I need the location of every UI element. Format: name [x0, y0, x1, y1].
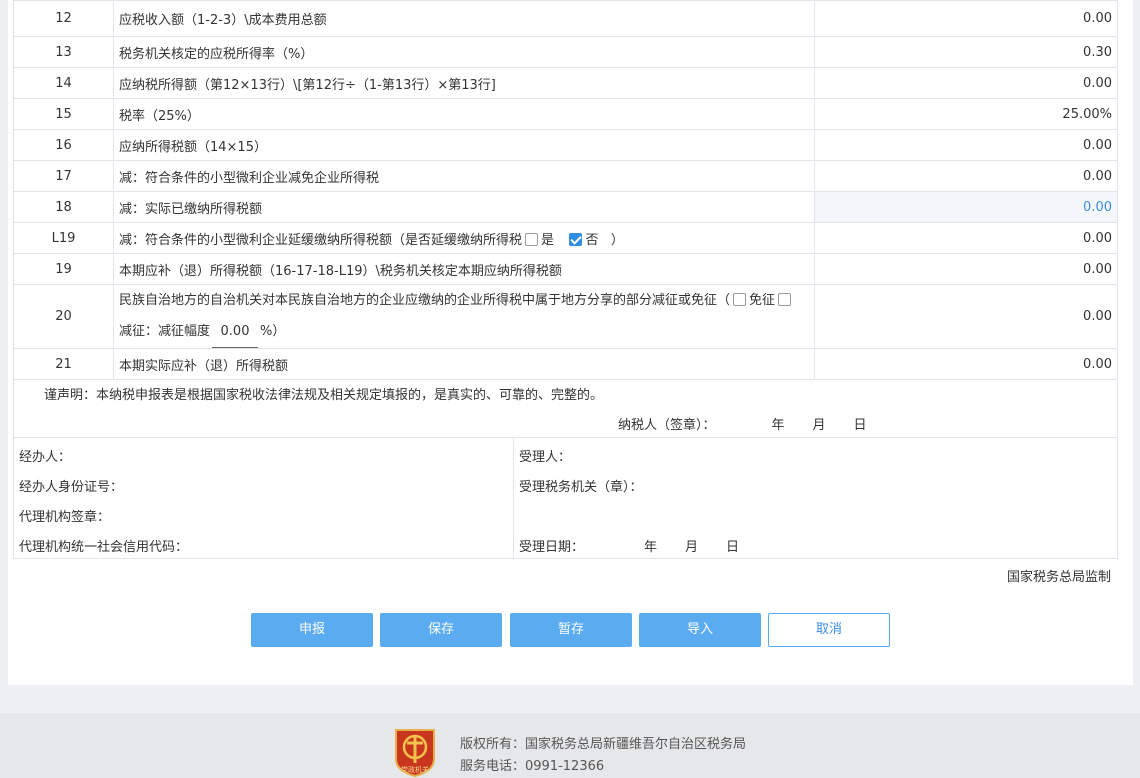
row-description: 税务机关核定的应税所得率（%） [113, 36, 815, 68]
table-row: 13 税务机关核定的应税所得率（%） 0.30 [13, 36, 1118, 68]
month-label: 月 [812, 418, 826, 433]
row-description: 应纳税所得额（第12×13行）\[第12行÷（1-第13行）×第13行] [113, 67, 815, 99]
logo-text: 党政机关 [401, 765, 429, 774]
row-value: 0.30 [814, 36, 1118, 68]
page-footer: 党政机关 版权所有：国家税务总局新疆维吾尔自治区税务局 服务电话：0991-12… [0, 713, 1140, 778]
table-row: 17 减：符合条件的小型微利企业减免企业所得税 0.00 [13, 160, 1118, 192]
submit-button[interactable]: 申报 [251, 613, 373, 647]
receiver-label: 受理人： [519, 450, 572, 465]
row-value: 0.00 [814, 0, 1118, 37]
table-row: 14 应纳税所得额（第12×13行）\[第12行÷（1-第13行）×第13行] … [13, 67, 1118, 99]
save-button[interactable]: 保存 [380, 613, 502, 647]
receive-date-label: 受理日期： [519, 540, 585, 555]
paid-tax-input[interactable]: 0.00 [814, 191, 1118, 223]
signature-table: 经办人： 经办人身份证号： 代理机构签章： 代理机构统一社会信用代码： 受理人：… [13, 437, 1118, 559]
supervise-note: 国家税务总局监制 [1006, 570, 1111, 585]
table-row: 16 应纳所得税额（14×15） 0.00 [13, 129, 1118, 161]
row-number: L19 [13, 222, 114, 254]
row-number: 20 [13, 284, 114, 349]
receiving-office-label: 受理税务机关（章）： [519, 480, 643, 495]
handler-id-label: 经办人身份证号： [19, 480, 124, 495]
defer-yes-label: 是 [541, 232, 555, 248]
taxpayer-signature: 纳税人（签章）： 年 月 日 [618, 414, 867, 433]
agent-info: 经办人： 经办人身份证号： 代理机构签章： 代理机构统一社会信用代码： [14, 438, 514, 558]
row-description: 应税收入额（1-2-3）\成本费用总额 [113, 0, 815, 37]
row-value: 0.00 [814, 284, 1118, 349]
taxpayer-sign-label: 纳税人（签章）： [618, 418, 716, 433]
row-number: 12 [13, 0, 114, 37]
receive-date: 受理日期： 年 月 日 [519, 536, 739, 555]
copyright-text: 版权所有：国家税务总局新疆维吾尔自治区税务局 [460, 737, 747, 752]
import-button[interactable]: 导入 [639, 613, 761, 647]
row-description: 本期应补（退）所得税额（16-17-18-L19）\税务机关核定本期应纳所得税额 [113, 253, 815, 285]
row-description: 本期实际应补（退）所得税额 [113, 348, 815, 380]
table-row: 21 本期实际应补（退）所得税额 0.00 [13, 348, 1118, 380]
row-number: 17 [13, 160, 114, 192]
row-value: 25.00% [814, 98, 1118, 130]
defer-no-checkbox[interactable] [569, 232, 583, 246]
row-value: 0.00 [814, 160, 1118, 192]
reduction-rate-input[interactable]: 0.00 [212, 316, 259, 348]
reduce-checkbox[interactable] [778, 293, 792, 306]
row-description: 减：符合条件的小型微利企业延缓缴纳所得税额（是否延缓缴纳所得税 是 否 ） [113, 222, 815, 254]
row-value: 0.00 [814, 67, 1118, 99]
row-description: 减：实际已缴纳所得税额 [113, 191, 815, 223]
ethnic-autonomy-text: 民族自治地方的自治机关对本民族自治地方的企业应缴纳的企业所得税中属于地方分享的部… [119, 293, 731, 308]
row-number: 21 [13, 348, 114, 380]
row-value: 0.00 [814, 222, 1118, 254]
row-number: 18 [13, 191, 114, 223]
service-phone-text: 服务电话：0991-12366 [460, 759, 605, 774]
tax-form-table: 12 应税收入额（1-2-3）\成本费用总额 0.00 13 税务机关核定的应税… [13, 0, 1118, 380]
year-label: 年 [771, 418, 785, 433]
day-label: 日 [853, 418, 867, 433]
row-description: 减：符合条件的小型微利企业减免企业所得税 [113, 160, 815, 192]
row-value: 0.00 [814, 253, 1118, 285]
row-number: 13 [13, 36, 114, 68]
table-row: 20 民族自治地方的自治机关对本民族自治地方的企业应缴纳的企业所得税中属于地方分… [13, 284, 1118, 349]
table-row: L19 减：符合条件的小型微利企业延缓缴纳所得税额（是否延缓缴纳所得税 是 否 ）… [13, 222, 1118, 254]
table-row: 12 应税收入额（1-2-3）\成本费用总额 0.00 [13, 0, 1118, 37]
row-number: 14 [13, 67, 114, 99]
row-number: 15 [13, 98, 114, 130]
percent-label: %） [260, 324, 286, 339]
table-row: 15 税率（25%） 25.00% [13, 98, 1118, 130]
row-number: 19 [13, 253, 114, 285]
draft-button[interactable]: 暂存 [510, 613, 632, 647]
exempt-label: 免征 [749, 293, 776, 308]
handler-label: 经办人： [19, 450, 72, 465]
table-row: 18 减：实际已缴纳所得税额 0.00 [13, 191, 1118, 223]
row-value: 0.00 [814, 348, 1118, 380]
row-description: 应纳所得税额（14×15） [113, 129, 815, 161]
close-paren: ） [610, 232, 624, 248]
defer-yes-checkbox[interactable] [525, 232, 539, 246]
declaration-statement: 谨声明：本纳税申报表是根据国家税收法律法规及相关规定填报的，是真实的、可靠的、完… [44, 388, 604, 403]
row-description: 税率（25%） [113, 98, 815, 130]
row-description: 民族自治地方的自治机关对本民族自治地方的企业应缴纳的企业所得税中属于地方分享的部… [113, 284, 815, 349]
exempt-checkbox[interactable] [733, 293, 747, 306]
receiver-info: 受理人： 受理税务机关（章）： 受理日期： 年 月 日 [514, 438, 1117, 558]
agency-seal-label: 代理机构签章： [19, 510, 111, 525]
reduce-label: 减征：减征幅度 [119, 324, 211, 339]
row-number: 16 [13, 129, 114, 161]
year-label: 年 [644, 540, 658, 555]
defer-no-label: 否 [585, 232, 599, 248]
agency-code-label: 代理机构统一社会信用代码： [19, 540, 189, 555]
cancel-button[interactable]: 取消 [768, 613, 890, 647]
party-government-logo-icon: 党政机关 [395, 729, 435, 777]
row-value: 0.00 [814, 129, 1118, 161]
day-label: 日 [726, 540, 740, 555]
table-row: 19 本期应补（退）所得税额（16-17-18-L19）\税务机关核定本期应纳所… [13, 253, 1118, 285]
declaration-section: 谨声明：本纳税申报表是根据国家税收法律法规及相关规定填报的，是真实的、可靠的、完… [13, 376, 1118, 438]
month-label: 月 [685, 540, 699, 555]
deferral-question: 减：符合条件的小型微利企业延缓缴纳所得税额（是否延缓缴纳所得税 [119, 232, 523, 248]
